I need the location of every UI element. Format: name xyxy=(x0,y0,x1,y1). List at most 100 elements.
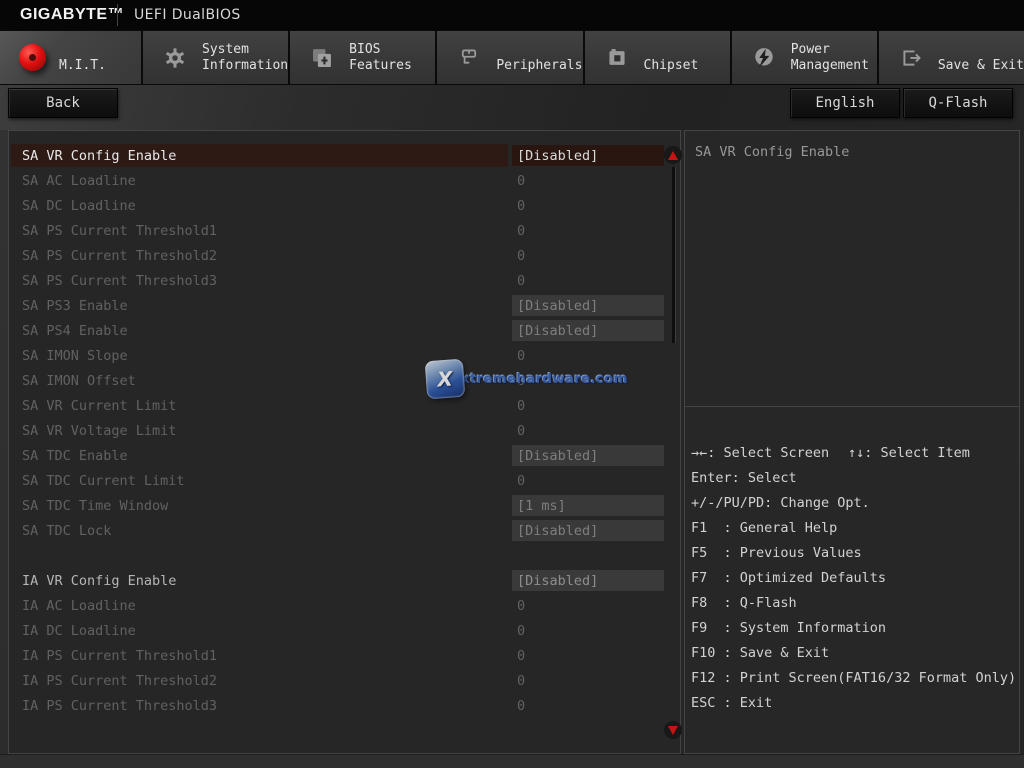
key-hint-line: F9 : System Information xyxy=(691,616,1019,641)
setting-value: 0 xyxy=(512,420,664,441)
setting-label: SA IMON Offset xyxy=(11,369,508,392)
help-panel: SA VR Config Enable xyxy=(685,131,1019,407)
title-divider xyxy=(117,4,118,26)
key-hint-line: F8 : Q-Flash xyxy=(691,591,1019,616)
tab-label: M.I.T. xyxy=(59,40,106,75)
setting-label: SA TDC Current Limit xyxy=(11,469,508,492)
tab-label: BIOS Features xyxy=(349,40,412,75)
setting-label: SA PS Current Threshold3 xyxy=(11,269,508,292)
setting-row: SA IMON Offset0 xyxy=(9,368,680,393)
setting-label: IA PS Current Threshold3 xyxy=(11,694,508,717)
setting-value: 0 xyxy=(512,245,664,266)
key-hint-line: F12 : Print Screen(FAT16/32 Format Only) xyxy=(691,666,1019,691)
key-hint-line: F5 : Previous Values xyxy=(691,541,1019,566)
tab-label: System Information xyxy=(202,40,288,75)
tab-bios-features[interactable]: BIOS Features xyxy=(290,31,435,84)
setting-label: IA VR Config Enable xyxy=(11,569,508,592)
setting-label: SA TDC Lock xyxy=(11,519,508,542)
key-hint: F1 : General Help xyxy=(691,516,848,541)
setting-value: 0 xyxy=(512,670,664,691)
setting-row: SA TDC Time Window[1 ms] xyxy=(9,493,680,518)
setting-row: SA PS Current Threshold30 xyxy=(9,268,680,293)
setting-label: IA PS Current Threshold1 xyxy=(11,644,508,667)
setting-row: SA PS3 Enable[Disabled] xyxy=(9,293,680,318)
setting-row: IA PS Current Threshold20 xyxy=(9,668,680,693)
settings-panel: SA VR Config Enable[Disabled]SA AC Loadl… xyxy=(8,130,681,754)
toolbar: Back English Q-Flash xyxy=(0,85,1024,130)
setting-value: 0 xyxy=(512,220,664,241)
setting-value: 0 xyxy=(512,695,664,716)
bottom-strip xyxy=(0,754,1024,768)
setting-value: 0 xyxy=(512,595,664,616)
setting-label: SA PS Current Threshold2 xyxy=(11,244,508,267)
setting-row: IA PS Current Threshold30 xyxy=(9,693,680,718)
key-hint-line: F1 : General Help xyxy=(691,516,1019,541)
setting-label: SA VR Current Limit xyxy=(11,394,508,417)
setting-value: [1 ms] xyxy=(512,495,664,516)
tab-bar: M.I.T. System Information BIOS Features Per… xyxy=(0,30,1024,85)
setting-value: [Disabled] xyxy=(512,145,664,166)
key-hint: F12 : Print Screen(FAT16/32 Format Only) xyxy=(691,666,1016,691)
title-bar: GIGABYTE™ UEFI DualBIOS xyxy=(0,0,1024,30)
setting-label: SA VR Voltage Limit xyxy=(11,419,508,442)
setting-row: SA PS Current Threshold20 xyxy=(9,243,680,268)
scroll-up-button[interactable] xyxy=(664,146,682,164)
key-hint: F10 : Save & Exit xyxy=(691,641,848,666)
tab-chipset[interactable]: Chipset xyxy=(585,31,730,84)
info-panel: SA VR Config Enable →←: Select Screen↑↓:… xyxy=(684,130,1020,754)
setting-value: [Disabled] xyxy=(512,520,664,541)
settings-list: SA VR Config Enable[Disabled]SA AC Loadl… xyxy=(9,143,680,718)
bios-screen: GIGABYTE™ UEFI DualBIOS M.I.T. System Inf… xyxy=(0,0,1024,768)
setting-label: IA AC Loadline xyxy=(11,594,508,617)
setting-label: SA TDC Enable xyxy=(11,444,508,467)
gear-icon xyxy=(160,43,190,73)
setting-row: IA PS Current Threshold10 xyxy=(9,643,680,668)
tab-system-information[interactable]: System Information xyxy=(143,31,288,84)
setting-label: SA PS4 Enable xyxy=(11,319,508,342)
chipset-icon xyxy=(602,43,632,73)
setting-row: IA AC Loadline0 xyxy=(9,593,680,618)
key-hint-line: F10 : Save & Exit xyxy=(691,641,1019,666)
key-hints-panel: →←: Select Screen↑↓: Select ItemEnter: S… xyxy=(685,407,1019,716)
key-hint-line: F7 : Optimized Defaults xyxy=(691,566,1019,591)
tab-save-exit[interactable]: Save & Exit xyxy=(879,31,1024,84)
tab-peripherals[interactable]: Peripherals xyxy=(437,31,582,84)
tab-m-i-t[interactable]: M.I.T. xyxy=(0,31,141,84)
setting-value: [Disabled] xyxy=(512,570,664,591)
setting-value: [Disabled] xyxy=(512,445,664,466)
key-hint: ESC : Exit xyxy=(691,691,848,716)
language-button[interactable]: English xyxy=(790,88,900,118)
gigabyte-logo: GIGABYTE™ xyxy=(20,6,124,24)
row-spacer xyxy=(9,543,680,568)
setting-value: 0 xyxy=(512,645,664,666)
tab-label: Chipset xyxy=(644,40,699,75)
key-hint-line: ESC : Exit xyxy=(691,691,1019,716)
setting-row[interactable]: IA VR Config Enable[Disabled] xyxy=(9,568,680,593)
tab-label: Peripherals xyxy=(496,40,582,75)
setting-value: 0 xyxy=(512,170,664,191)
setting-label: SA PS3 Enable xyxy=(11,294,508,317)
key-hint: +/-/PU/PD: Change Opt. xyxy=(691,491,870,516)
key-hint: F7 : Optimized Defaults xyxy=(691,566,886,591)
setting-row[interactable]: SA VR Config Enable[Disabled] xyxy=(9,143,680,168)
key-hint: ↑↓: Select Item xyxy=(848,445,970,461)
setting-row: SA VR Voltage Limit0 xyxy=(9,418,680,443)
setting-value: [Disabled] xyxy=(512,295,664,316)
setting-row: SA TDC Current Limit0 xyxy=(9,468,680,493)
setting-value: 0 xyxy=(512,395,664,416)
setting-row: SA DC Loadline0 xyxy=(9,193,680,218)
setting-label: SA IMON Slope xyxy=(11,344,508,367)
firmware-title: UEFI DualBIOS xyxy=(134,7,241,23)
key-hint-line: +/-/PU/PD: Change Opt. xyxy=(691,491,1019,516)
setting-row: IA DC Loadline0 xyxy=(9,618,680,643)
scrollbar-thumb[interactable] xyxy=(672,167,675,343)
back-button[interactable]: Back xyxy=(8,88,118,118)
key-hint: →←: Select Screen xyxy=(691,441,848,466)
setting-value: 0 xyxy=(512,370,664,391)
scroll-up-icon xyxy=(668,151,678,160)
qflash-button[interactable]: Q-Flash xyxy=(903,88,1013,118)
setting-row: SA TDC Enable[Disabled] xyxy=(9,443,680,468)
setting-value: 0 xyxy=(512,345,664,366)
scroll-down-button[interactable] xyxy=(664,721,682,739)
tab-power-management[interactable]: Power Management xyxy=(732,31,877,84)
